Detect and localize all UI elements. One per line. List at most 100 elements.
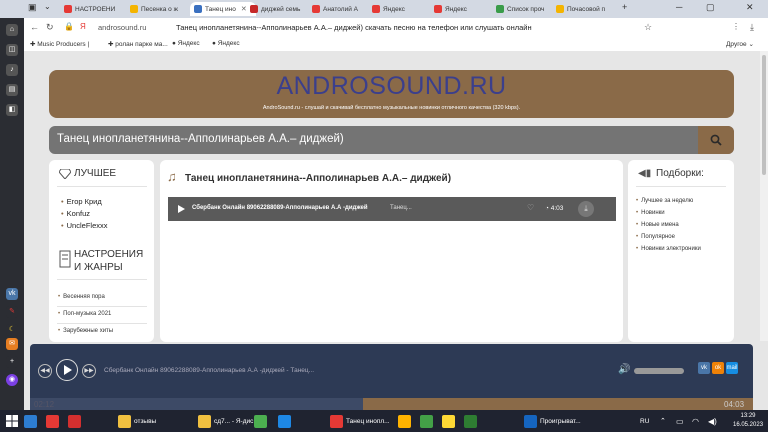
taskbar-app[interactable]: [24, 413, 37, 429]
mood-item[interactable]: • Весенняя пора: [58, 294, 105, 300]
tab-favicon-icon: [434, 5, 442, 13]
track-row[interactable]: Сбербанк Онлайн 89062288089-Апполинарьев…: [168, 197, 616, 221]
browser-tab[interactable]: Танец ино ✕: [190, 2, 256, 16]
sidebar-add-icon[interactable]: +: [6, 356, 18, 368]
search-button[interactable]: [698, 126, 734, 154]
bookmarks-other[interactable]: Другое ⌄: [726, 40, 754, 48]
taskbar-app[interactable]: [442, 413, 455, 429]
bookmark-item[interactable]: ● Яндекс: [172, 40, 200, 47]
sidebar-notes-icon[interactable]: ▤: [6, 84, 18, 96]
browser-tab[interactable]: Яндекс: [434, 2, 492, 16]
minimize-icon[interactable]: ─: [676, 2, 682, 12]
page-title-label: Танец инопланетянина--Апполинарьев А.А.–…: [176, 23, 532, 32]
url-field[interactable]: androsound.ru: [98, 23, 146, 32]
browser-tab[interactable]: Песенка о ж: [130, 2, 188, 16]
taskbar-app[interactable]: [420, 413, 433, 429]
sidebar-music-icon[interactable]: ♪: [6, 64, 18, 76]
picks-item[interactable]: • Популярное: [636, 234, 675, 240]
browser-tab[interactable]: НАСТРОЕНИ: [64, 2, 126, 16]
download-icon[interactable]: ⤓: [750, 22, 754, 33]
back-icon[interactable]: ←: [30, 22, 39, 32]
taskbar-app-icon: [24, 414, 37, 428]
mood-item[interactable]: • Поп-музыка 2021: [58, 311, 111, 317]
heart-icon[interactable]: ♡: [527, 203, 534, 212]
browser-tab[interactable]: Яндекс: [372, 2, 430, 16]
next-track-button[interactable]: ▶▶: [82, 364, 96, 378]
taskbar-app[interactable]: отзывы: [118, 413, 156, 429]
volume-icon[interactable]: 🔊: [618, 364, 630, 375]
bookmark-icon[interactable]: ☆: [644, 22, 652, 33]
sidebar-home-icon[interactable]: ⌂: [6, 24, 18, 36]
tab-favicon-icon: [312, 5, 320, 13]
taskbar-app-label: сд7... - Я-дис...: [214, 417, 259, 425]
share-mail-button[interactable]: mail: [726, 362, 738, 374]
tray-chevron-icon[interactable]: ⌃: [660, 413, 666, 429]
track-play-icon[interactable]: [178, 205, 185, 213]
bookmark-item[interactable]: ✚ Music Producers |: [30, 40, 89, 48]
taskbar-app[interactable]: [278, 413, 291, 429]
best-item[interactable]: • UncleFlexxx: [61, 221, 107, 230]
taskbar-app-icon: [442, 414, 455, 428]
sidebar-collections-icon[interactable]: ◫: [6, 44, 18, 56]
maximize-icon[interactable]: ▢: [706, 2, 715, 13]
share-ok-button[interactable]: ok: [712, 362, 724, 374]
tab-list-icon[interactable]: ⌄: [44, 2, 51, 11]
previous-track-button[interactable]: ◀◀: [38, 364, 52, 378]
folder-icon: [59, 250, 71, 268]
browser-tab[interactable]: Список проч: [496, 2, 554, 16]
picks-item[interactable]: • Новые имена: [636, 222, 679, 228]
taskbar-app[interactable]: [68, 413, 81, 429]
picks-item[interactable]: • Лучшее за неделю: [636, 198, 693, 204]
taskbar-app[interactable]: [46, 413, 59, 429]
taskbar-app[interactable]: [464, 413, 477, 429]
bookmark-item[interactable]: ✚ ролан парке ма...: [108, 40, 168, 48]
taskbar-app[interactable]: Проигрыват...: [524, 413, 581, 429]
close-tab-icon[interactable]: ✕: [241, 5, 247, 13]
sidebar-moon-icon[interactable]: ☾: [6, 324, 18, 336]
address-bar: ← ↻ 🔒 Я androsound.ru Танец инопланетяни…: [24, 18, 768, 39]
best-heading: ЛУЧШЕЕ: [74, 168, 117, 179]
browser-menu-icon[interactable]: ▣: [28, 2, 37, 13]
picks-item[interactable]: • Новинки: [636, 210, 665, 216]
left-column: ЛУЧШЕЕ • Егор Крид • Konfuz • UncleFlexxx Н…: [49, 160, 154, 342]
taskbar-app[interactable]: сд7... - Я-дис...: [198, 413, 259, 429]
sidebar-alice-icon[interactable]: ◉: [6, 374, 18, 386]
search-input[interactable]: Танец инопланетянина--Апполинарьев А.А.–…: [57, 133, 344, 145]
taskbar-app-icon: [524, 414, 537, 428]
reload-icon[interactable]: ↻: [46, 22, 54, 33]
tab-label: Почасовой п: [567, 5, 606, 13]
wifi-icon[interactable]: ◠: [692, 413, 699, 429]
browser-tab[interactable]: диджей семь: [250, 2, 308, 16]
page-scrollbar-thumb[interactable]: [762, 55, 766, 175]
audio-player: ◀◀ ▶▶ Сбербанк Онлайн 89062288089-Апполи…: [30, 344, 753, 398]
best-item[interactable]: • Konfuz: [61, 209, 90, 218]
site-logo[interactable]: ANDROSOUND.RU: [49, 72, 734, 101]
network-icon[interactable]: ▭: [676, 413, 684, 429]
browser-tab[interactable]: Анатолий А: [312, 2, 370, 16]
taskbar-app[interactable]: [254, 413, 267, 429]
taskbar-app[interactable]: Танец инопл...: [330, 413, 390, 429]
close-window-icon[interactable]: ✕: [746, 2, 754, 13]
speaker-icon[interactable]: ◀): [708, 413, 717, 429]
best-item[interactable]: • Егор Крид: [61, 197, 102, 206]
tab-label: диджей семь: [261, 5, 301, 13]
download-track-icon[interactable]: ⤓: [578, 201, 594, 217]
clock[interactable]: 13:29 16.05.2023: [733, 412, 763, 430]
browser-tab[interactable]: Почасовой п: [556, 2, 616, 16]
play-button[interactable]: [56, 359, 78, 381]
share-vk-button[interactable]: vk: [698, 362, 710, 374]
bookmark-item[interactable]: ● Яндекс: [212, 40, 240, 47]
sidebar-mail-icon[interactable]: ✉: [6, 338, 18, 350]
start-button[interactable]: [6, 413, 18, 429]
sidebar-vk-icon[interactable]: vk: [6, 288, 18, 300]
sidebar-apps-icon[interactable]: ◧: [6, 104, 18, 116]
right-column: ◀▮ Подборки: • Лучшее за неделю • Новинки …: [628, 160, 734, 342]
mood-item[interactable]: • Зарубежные хиты: [58, 328, 113, 334]
taskbar-app[interactable]: [398, 413, 411, 429]
extensions-icon[interactable]: ⋮: [732, 22, 740, 31]
picks-item[interactable]: • Новинки электроники: [636, 246, 701, 252]
volume-slider[interactable]: [634, 368, 684, 374]
new-tab-button[interactable]: +: [622, 2, 627, 12]
language-indicator[interactable]: RU: [640, 413, 649, 429]
sidebar-pin-icon[interactable]: ✎: [6, 306, 18, 318]
